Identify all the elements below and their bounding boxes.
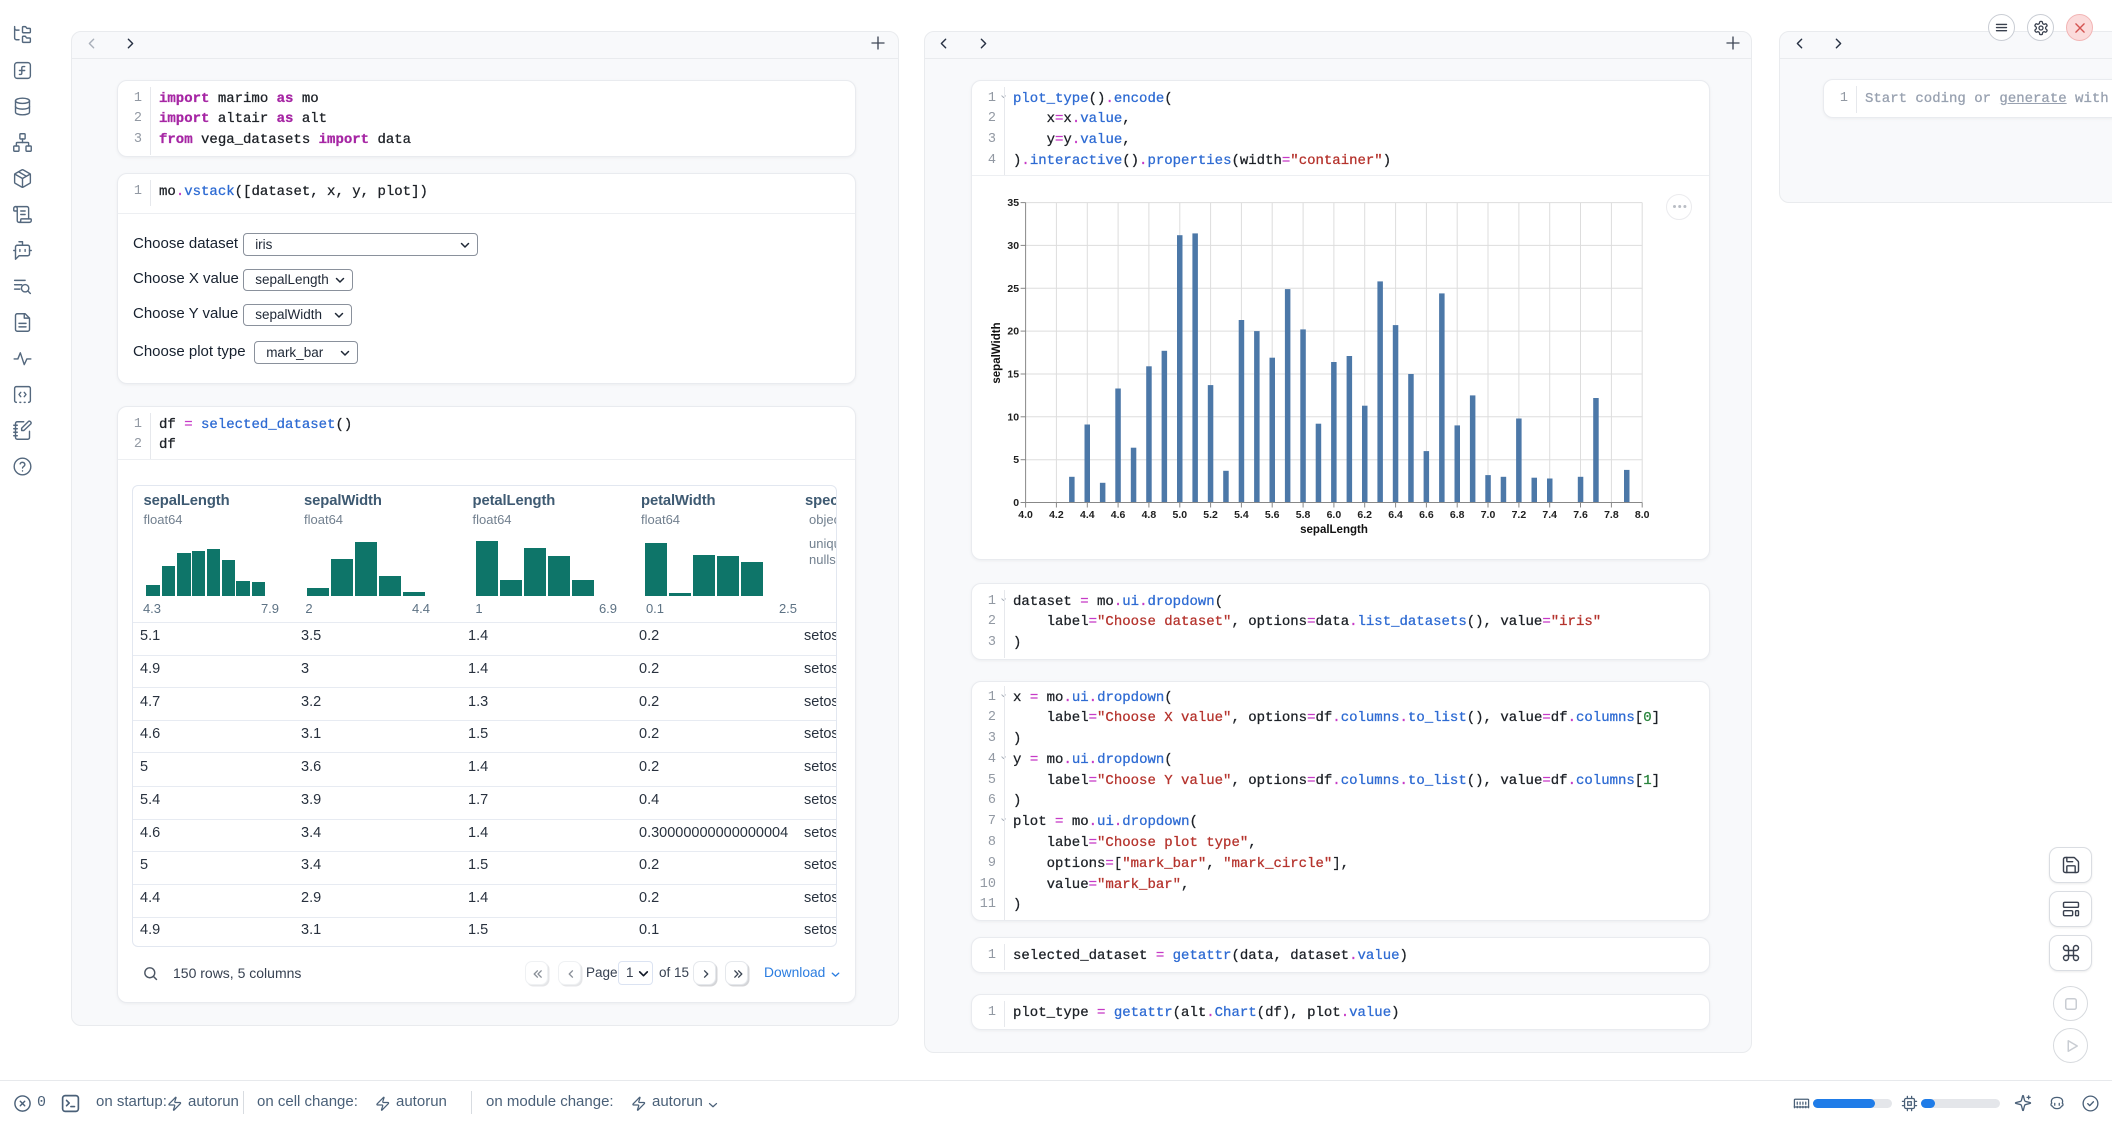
svg-text:4.2: 4.2: [1049, 509, 1064, 521]
svg-text:6.2: 6.2: [1357, 509, 1372, 521]
svg-text:30: 30: [1007, 240, 1019, 252]
svg-text:5: 5: [1013, 454, 1019, 466]
svg-text:6.8: 6.8: [1450, 509, 1465, 521]
svg-text:6.0: 6.0: [1327, 509, 1342, 521]
svg-text:8.0: 8.0: [1635, 509, 1650, 521]
svg-text:sepalLength: sepalLength: [1300, 524, 1368, 536]
svg-text:6.6: 6.6: [1419, 509, 1434, 521]
svg-text:7.4: 7.4: [1542, 509, 1557, 521]
svg-text:15: 15: [1007, 369, 1019, 381]
svg-text:5.8: 5.8: [1296, 509, 1311, 521]
svg-text:4.4: 4.4: [1080, 509, 1095, 521]
svg-text:4.0: 4.0: [1018, 509, 1033, 521]
svg-text:35: 35: [1007, 197, 1019, 209]
svg-text:5.2: 5.2: [1203, 509, 1218, 521]
svg-text:4.8: 4.8: [1142, 509, 1157, 521]
svg-text:7.2: 7.2: [1512, 509, 1527, 521]
svg-text:0: 0: [1013, 497, 1019, 509]
svg-text:7.6: 7.6: [1573, 509, 1588, 521]
svg-text:10: 10: [1007, 411, 1019, 423]
svg-text:sepalWidth: sepalWidth: [991, 322, 1003, 383]
svg-text:25: 25: [1007, 283, 1019, 295]
svg-text:7.8: 7.8: [1604, 509, 1619, 521]
svg-text:5.6: 5.6: [1265, 509, 1280, 521]
svg-text:6.4: 6.4: [1388, 509, 1403, 521]
svg-text:4.6: 4.6: [1111, 509, 1126, 521]
svg-text:20: 20: [1007, 326, 1019, 338]
svg-text:5.0: 5.0: [1172, 509, 1187, 521]
svg-text:7.0: 7.0: [1481, 509, 1496, 521]
svg-text:5.4: 5.4: [1234, 509, 1249, 521]
